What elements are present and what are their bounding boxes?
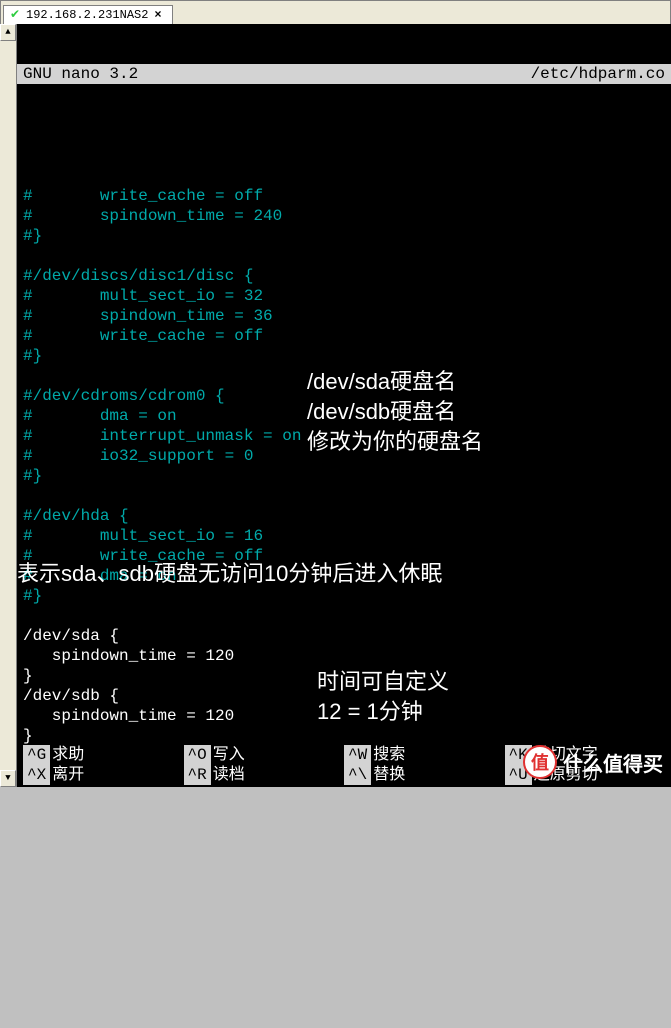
file-line bbox=[23, 786, 665, 806]
menu-key: ^R bbox=[184, 765, 211, 785]
editor-name: GNU nano 3.2 bbox=[23, 64, 138, 84]
file-line: } bbox=[23, 726, 665, 746]
file-line bbox=[23, 166, 665, 186]
menu-item[interactable]: ^W搜索 bbox=[344, 745, 505, 765]
menu-item[interactable]: ^\替换 bbox=[344, 765, 505, 785]
tab-close-button[interactable]: × bbox=[152, 8, 163, 22]
vertical-scrollbar[interactable]: ▲ ▼ bbox=[0, 24, 17, 787]
menu-label: 求助 bbox=[52, 745, 84, 765]
file-line: #/dev/discs/disc1/disc { bbox=[23, 266, 665, 286]
file-line: #} bbox=[23, 226, 665, 246]
file-line: # dma = on bbox=[23, 566, 665, 586]
editor-content[interactable]: # write_cache = off# spindown_time = 240… bbox=[17, 124, 671, 988]
menu-key: ^X bbox=[23, 765, 50, 785]
watermark-badge-icon: 值 bbox=[523, 745, 557, 779]
file-line: # write_cache = off bbox=[23, 326, 665, 346]
menu-item[interactable]: ^R读档 bbox=[184, 765, 345, 785]
file-line: /dev/sda { bbox=[23, 626, 665, 646]
file-line bbox=[23, 366, 665, 386]
watermark: 值 什么值得买 bbox=[523, 745, 663, 779]
menu-label: 离开 bbox=[52, 765, 84, 785]
file-line: # write_cache = off bbox=[23, 546, 665, 566]
file-line: # dma = on bbox=[23, 406, 665, 426]
file-line bbox=[23, 486, 665, 506]
file-line: } bbox=[23, 666, 665, 686]
menu-key: ^O bbox=[184, 745, 211, 765]
menu-label: 读档 bbox=[213, 765, 245, 785]
menu-item[interactable]: ^O写入 bbox=[184, 745, 345, 765]
editor-filepath: /etc/hdparm.co bbox=[531, 64, 665, 84]
file-line: #} bbox=[23, 586, 665, 606]
terminal[interactable]: GNU nano 3.2 /etc/hdparm.co # write_cach… bbox=[17, 24, 671, 787]
scroll-down-button[interactable]: ▼ bbox=[0, 770, 16, 787]
scroll-up-button[interactable]: ▲ bbox=[0, 24, 16, 41]
menu-label: 替换 bbox=[373, 765, 405, 785]
menu-label: 搜索 bbox=[373, 745, 405, 765]
file-line: # spindown_time = 240 bbox=[23, 206, 665, 226]
file-line: /dev/sdb { bbox=[23, 686, 665, 706]
menu-label: 写入 bbox=[213, 745, 245, 765]
file-line bbox=[23, 246, 665, 266]
file-line: # io32_support = 0 bbox=[23, 446, 665, 466]
watermark-text: 什么值得买 bbox=[563, 748, 663, 777]
menu-key: ^\ bbox=[344, 765, 371, 785]
file-line: # write_cache = off bbox=[23, 186, 665, 206]
file-line: # mult_sect_io = 16 bbox=[23, 526, 665, 546]
file-line: #} bbox=[23, 466, 665, 486]
file-line: #/dev/cdroms/cdrom0 { bbox=[23, 386, 665, 406]
tab-bar: ✔ 192.168.2.231NAS2 × bbox=[1, 1, 670, 25]
menu-key: ^W bbox=[344, 745, 371, 765]
file-line: #/dev/hda { bbox=[23, 506, 665, 526]
file-line bbox=[23, 606, 665, 626]
file-line: # mult_sect_io = 32 bbox=[23, 286, 665, 306]
menu-item[interactable]: ^X离开 bbox=[23, 765, 184, 785]
file-line: spindown_time = 120 bbox=[23, 646, 665, 666]
tab-title: 192.168.2.231NAS2 bbox=[26, 8, 148, 22]
session-tab[interactable]: ✔ 192.168.2.231NAS2 × bbox=[3, 5, 173, 24]
file-line: spindown_time = 120 bbox=[23, 706, 665, 726]
file-line: # interrupt_unmask = on bbox=[23, 426, 665, 446]
file-line: # spindown_time = 36 bbox=[23, 306, 665, 326]
file-line: #} bbox=[23, 346, 665, 366]
scroll-track[interactable] bbox=[0, 41, 16, 770]
editor-titlebar: GNU nano 3.2 /etc/hdparm.co bbox=[17, 64, 671, 84]
menu-item[interactable]: ^G求助 bbox=[23, 745, 184, 765]
check-icon: ✔ bbox=[10, 9, 22, 21]
menu-key: ^G bbox=[23, 745, 50, 765]
app-window: ✔ 192.168.2.231NAS2 × ▲ ▼ GNU nano 3.2 /… bbox=[0, 0, 671, 787]
